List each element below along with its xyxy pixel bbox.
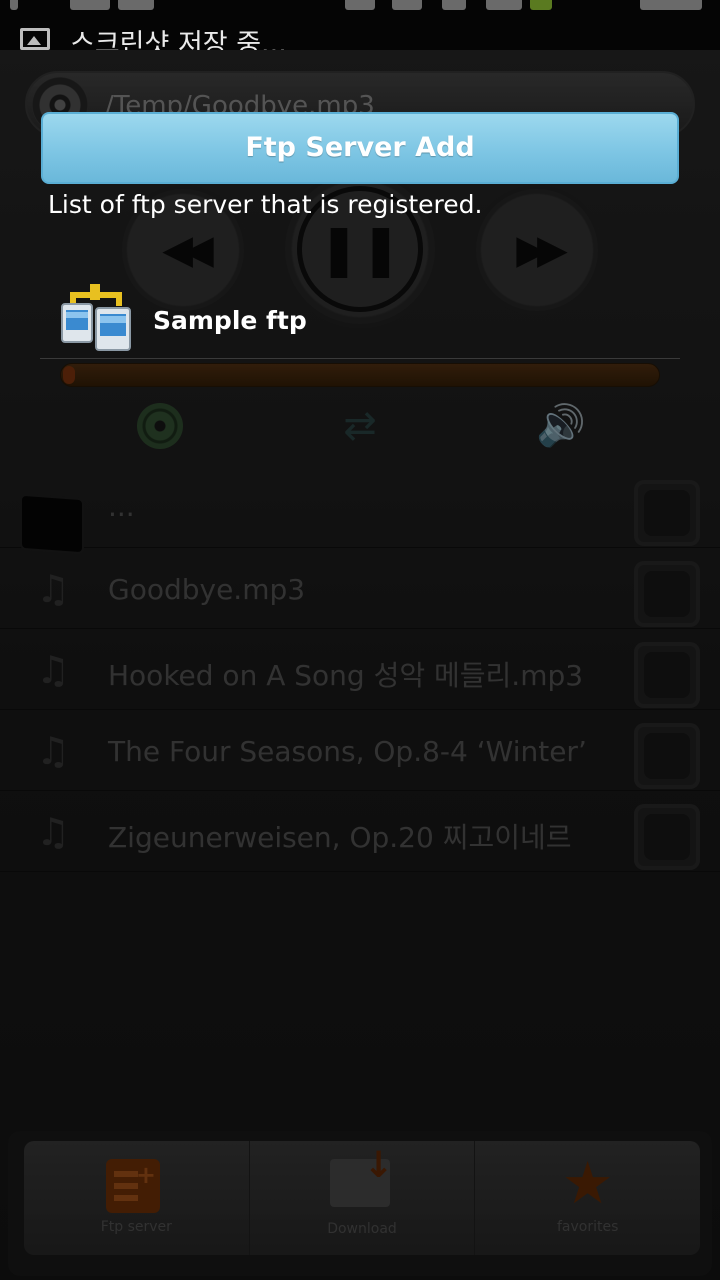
- warning-icon: [70, 0, 110, 10]
- list-item[interactable]: ♫ Zigeunerweisen, Op.20 찌고이네르: [0, 792, 720, 872]
- music-player-app: /Temp/Goodbye.mp3 ◀◀ ❚❚ ▶▶ ⇄ 🔊 ... ♫ Goo…: [0, 50, 720, 1280]
- signal-icon: [486, 0, 522, 10]
- tab-download[interactable]: Download: [250, 1141, 476, 1255]
- star-icon: ★: [561, 1149, 614, 1217]
- status-icons: [0, 0, 720, 12]
- wifi-icon: [345, 0, 375, 10]
- list-item[interactable]: ♫ Goodbye.mp3: [0, 549, 720, 629]
- notification-text: 스크린샷 저장 중...: [70, 29, 287, 50]
- music-note-icon: ♫: [36, 648, 71, 692]
- list-item[interactable]: ♫ Hooked on A Song 성악 메들리.mp3: [0, 630, 720, 710]
- ftp-server-item[interactable]: Sample ftp: [40, 284, 680, 359]
- battery-icon: [530, 0, 552, 10]
- cd-icon: [137, 403, 183, 449]
- clock: [640, 0, 702, 10]
- network-servers-icon: [61, 284, 131, 351]
- tab-ftp-server[interactable]: Ftp server: [24, 1141, 250, 1255]
- volume-button[interactable]: 🔊: [536, 402, 586, 450]
- checkbox[interactable]: [634, 804, 700, 870]
- usb-icon: [10, 0, 18, 10]
- list-item-parent-folder[interactable]: ...: [0, 468, 720, 553]
- data-transfer-icon: [442, 0, 466, 10]
- speaker-icon: 🔊: [536, 403, 586, 449]
- dialog-caption: List of ftp server that is registered.: [48, 190, 483, 219]
- tab-label: favorites: [556, 1219, 619, 1235]
- tab-label: Download: [327, 1221, 397, 1237]
- tab-favorites[interactable]: ★ favorites: [475, 1141, 700, 1255]
- ftp-server-name: Sample ftp: [153, 306, 307, 335]
- file-name: Hooked on A Song 성악 메들리.mp3: [108, 659, 584, 692]
- music-note-icon: ♫: [36, 729, 71, 773]
- file-name: Zigeunerweisen, Op.20 찌고이네르: [108, 821, 572, 854]
- progress-fill: [63, 366, 75, 384]
- picture-icon: [118, 0, 154, 10]
- progress-bar[interactable]: [60, 363, 660, 387]
- repeat-button[interactable]: ⇄: [336, 402, 384, 450]
- sim-icon: [392, 0, 422, 10]
- bottom-tab-bar: Ftp server Download ★ favorites: [8, 1131, 712, 1276]
- tab-label: Ftp server: [100, 1219, 172, 1235]
- checkbox[interactable]: [634, 561, 700, 627]
- file-name: ...: [108, 490, 135, 523]
- status-bar: 스크린샷 저장 중...: [0, 0, 720, 50]
- list-item[interactable]: ♫ The Four Seasons, Op.8-4 ‘Winter’: [0, 711, 720, 791]
- download-icon: [329, 1145, 394, 1207]
- ftp-server-add-button[interactable]: Ftp Server Add: [41, 112, 679, 184]
- checkbox[interactable]: [634, 642, 700, 708]
- checkbox[interactable]: [634, 723, 700, 789]
- repeat-icon: ⇄: [343, 403, 377, 449]
- music-note-icon: ♫: [36, 567, 71, 611]
- screenshot-picture-icon: [20, 28, 50, 50]
- disc-tool-button[interactable]: [136, 402, 184, 450]
- file-name: The Four Seasons, Op.8-4 ‘Winter’: [108, 735, 587, 768]
- checkbox[interactable]: [634, 480, 700, 546]
- folder-icon: [22, 495, 82, 553]
- ftp-server-icon: [106, 1159, 160, 1213]
- file-name: Goodbye.mp3: [108, 573, 306, 606]
- music-note-icon: ♫: [36, 810, 71, 854]
